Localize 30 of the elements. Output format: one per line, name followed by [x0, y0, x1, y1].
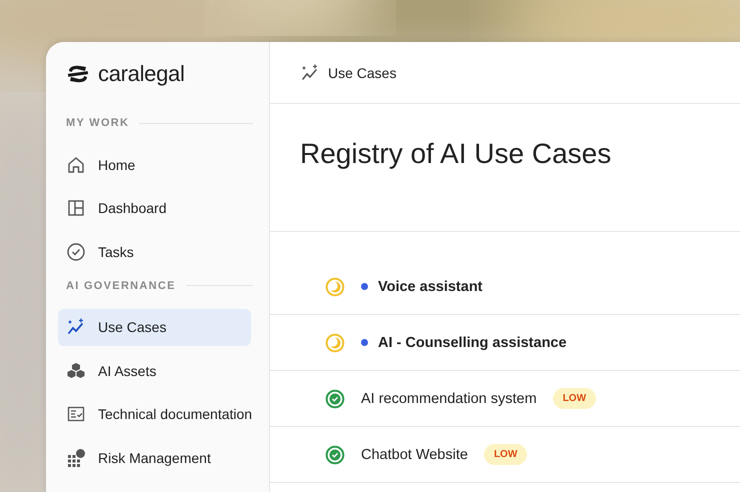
section-label: AI GOVERNANCE — [66, 280, 176, 292]
use-case-name: Voice assistant — [378, 278, 483, 294]
use-case-row[interactable]: Chatbot Website LOW — [270, 427, 740, 483]
page-title: Registry of AI Use Cases — [300, 138, 612, 170]
check-circle-icon — [66, 242, 86, 262]
cubes-icon — [66, 360, 86, 380]
checklist-icon — [66, 404, 86, 424]
layout-icon — [66, 198, 86, 218]
use-case-row[interactable]: AI recommendation system LOW — [270, 371, 740, 427]
section-label: MY WORK — [66, 117, 130, 129]
use-case-row[interactable]: AI - Counselling assistance — [270, 315, 740, 371]
risk-badge: LOW — [552, 388, 596, 409]
use-case-name: AI - Counselling assistance — [378, 334, 567, 350]
sidebar-item[interactable]: Tasks — [58, 233, 251, 270]
breadcrumb[interactable]: Use Cases — [328, 64, 396, 80]
sidebar-item[interactable]: Dashboard — [58, 190, 251, 226]
sidebar-item[interactable]: Home — [58, 146, 251, 183]
brand-name: caralegal — [98, 61, 185, 87]
sidebar-item[interactable]: AI Assets — [58, 352, 251, 389]
sparkle-chart-icon — [66, 317, 86, 337]
use-case-name: Chatbot Website — [361, 446, 468, 462]
sidebar-item[interactable]: Technical documentation — [58, 396, 252, 432]
sidebar-item[interactable]: Use Cases — [58, 308, 251, 346]
sparkle-chart-icon — [300, 62, 320, 82]
home-icon — [66, 154, 86, 174]
risk-badge: LOW — [484, 444, 528, 465]
use-case-row[interactable]: Voice assistant — [270, 259, 740, 315]
use-case-name: AI recommendation system — [361, 390, 537, 406]
grid-alert-icon — [66, 448, 86, 468]
sidebar-item[interactable]: Risk Management — [58, 439, 251, 476]
